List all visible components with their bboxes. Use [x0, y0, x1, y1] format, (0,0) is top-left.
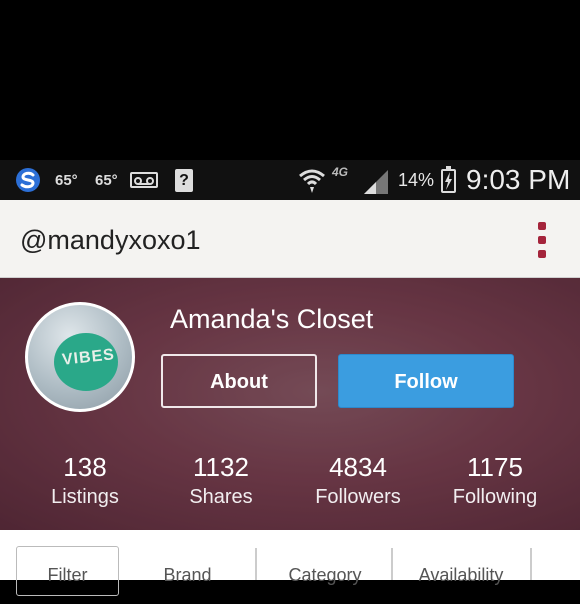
- stat-value: 4834: [329, 452, 387, 482]
- clock: 9:03 PM: [466, 164, 571, 195]
- stat-value: 138: [63, 452, 107, 482]
- unknown-notification-icon: ?: [175, 169, 193, 192]
- app-bar: @mandyxoxo1: [0, 200, 580, 278]
- avatar[interactable]: VIBES: [25, 302, 135, 412]
- about-button[interactable]: About: [161, 354, 317, 408]
- stat-listings[interactable]: 138 Listings: [25, 452, 145, 512]
- temperature-2: 65°: [95, 171, 118, 189]
- follow-button[interactable]: Follow: [338, 354, 514, 408]
- divider: [530, 548, 532, 580]
- temperature-1: 65°: [55, 171, 78, 189]
- divider: [391, 548, 393, 580]
- overflow-menu-icon[interactable]: [532, 222, 552, 258]
- s-app-icon: [16, 168, 40, 192]
- signal-icon: [364, 170, 388, 194]
- battery-percent: 14%: [398, 170, 435, 190]
- stat-label: Following: [452, 486, 538, 508]
- voicemail-icon: [130, 172, 158, 188]
- wifi-icon: [299, 169, 325, 193]
- stat-value: 1175: [467, 452, 523, 482]
- availability-filter[interactable]: Availability: [398, 546, 524, 586]
- divider: [255, 548, 257, 580]
- stat-label: Listings: [51, 486, 119, 508]
- black-header-area: [0, 0, 580, 160]
- filter-bar: Filter Brand Category Availability: [0, 530, 580, 596]
- stat-following[interactable]: 1175 Following: [435, 452, 555, 512]
- stat-label: Shares: [189, 486, 253, 508]
- brand-filter[interactable]: Brand: [140, 546, 235, 586]
- status-bar: 65° 65° ? 4G 14% 9:03 PM: [0, 160, 580, 200]
- battery-icon: [441, 166, 456, 193]
- category-filter[interactable]: Category: [265, 546, 385, 586]
- closet-username: @mandyxoxo1: [20, 225, 201, 255]
- network-type-label: 4G: [332, 165, 349, 179]
- stat-value: 1132: [193, 452, 249, 482]
- stat-followers[interactable]: 4834 Followers: [298, 452, 418, 512]
- stat-label: Followers: [315, 486, 401, 508]
- closet-name: Amanda's Closet: [170, 304, 374, 334]
- filter-button[interactable]: Filter: [16, 546, 119, 586]
- profile-header: VIBES Amanda's Closet About Follow 138 L…: [0, 278, 580, 530]
- stat-shares[interactable]: 1132 Shares: [161, 452, 281, 512]
